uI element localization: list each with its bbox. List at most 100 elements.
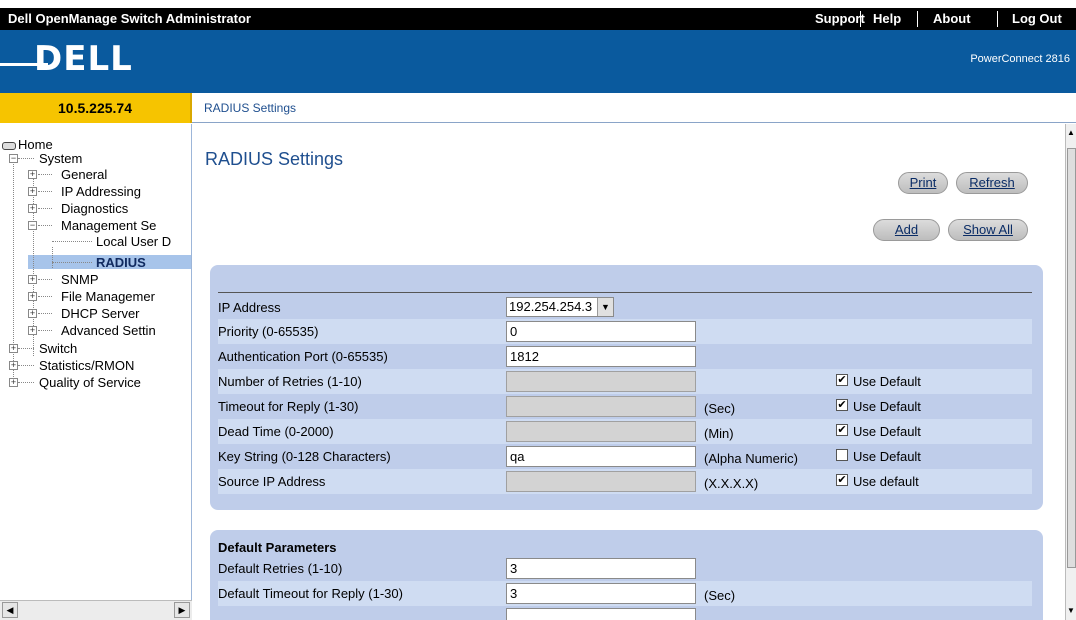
dead-time-input[interactable] — [506, 421, 696, 442]
default-retries-row: Default Retries (1-10) 3 — [218, 556, 1032, 581]
timeout-use-default-checkbox[interactable]: ✔ — [836, 399, 848, 411]
default-timeout-input[interactable]: 3 — [506, 583, 696, 604]
refresh-button[interactable]: Refresh — [956, 172, 1028, 194]
expand-icon[interactable]: + — [9, 361, 18, 370]
default-dead-time-row — [218, 606, 1032, 620]
expand-icon[interactable]: + — [28, 204, 37, 213]
use-default-label: Use Default — [853, 374, 921, 389]
scroll-down-icon[interactable]: ▼ — [1067, 606, 1075, 615]
separator — [860, 11, 861, 27]
add-button[interactable]: Add — [873, 219, 940, 241]
show-all-button[interactable]: Show All — [948, 219, 1028, 241]
default-parameters-panel: Default Parameters Default Retries (1-10… — [210, 530, 1043, 620]
product-name: PowerConnect 2816 — [970, 53, 1070, 65]
tree-line — [38, 296, 52, 297]
tree-line — [52, 247, 53, 268]
sidebar-item-home[interactable]: Home — [2, 137, 53, 152]
ip-address-label: IP Address — [218, 300, 281, 315]
sidebar-item-management-security[interactable]: Management Se — [61, 218, 156, 233]
expand-icon[interactable]: + — [28, 292, 37, 301]
support-link[interactable]: Support — [815, 11, 865, 26]
expand-icon[interactable]: + — [28, 187, 37, 196]
sidebar-item-label: Home — [18, 137, 53, 152]
key-string-use-default-checkbox[interactable] — [836, 449, 848, 461]
about-link[interactable]: About — [933, 11, 971, 26]
breadcrumb-bar: RADIUS Settings — [192, 93, 1076, 123]
dead-time-row: Dead Time (0-2000) (Min) ✔ Use Default — [218, 419, 1032, 444]
expand-icon[interactable]: + — [28, 170, 37, 179]
retries-row: Number of Retries (1-10) ✔ Use Default — [218, 369, 1032, 394]
expand-icon[interactable]: + — [9, 344, 18, 353]
dell-logo: DELL — [34, 39, 133, 79]
source-ip-use-default-checkbox[interactable]: ✔ — [836, 474, 848, 486]
scroll-thumb[interactable] — [1067, 148, 1076, 568]
ip-address-select[interactable]: 192.254.254.3 ▼ — [506, 297, 614, 317]
scroll-right-icon[interactable]: ▶ — [174, 602, 190, 618]
tree-line — [18, 382, 34, 383]
key-string-input[interactable]: qa — [506, 446, 696, 467]
ip-address-row: IP Address 192.254.254.3 ▼ — [218, 295, 1032, 320]
default-timeout-row: Default Timeout for Reply (1-30) 3 (Sec) — [218, 581, 1032, 606]
sidebar-tree: Home − System + General + IP Addressing … — [0, 124, 192, 620]
priority-label: Priority (0-65535) — [218, 324, 319, 339]
divider — [218, 292, 1032, 293]
print-button[interactable]: Print — [898, 172, 948, 194]
sidebar-item-dhcp-server[interactable]: DHCP Server — [61, 306, 140, 321]
dead-time-use-default-checkbox[interactable]: ✔ — [836, 424, 848, 436]
app-title: Dell OpenManage Switch Administrator — [8, 11, 251, 26]
retries-use-default-checkbox[interactable]: ✔ — [836, 374, 848, 386]
expand-icon[interactable]: + — [28, 275, 37, 284]
sidebar-item-advanced-settings[interactable]: Advanced Settin — [61, 323, 156, 338]
key-string-row: Key String (0-128 Characters) qa (Alpha … — [218, 444, 1032, 469]
collapse-icon[interactable]: − — [28, 221, 37, 230]
expand-icon[interactable]: + — [9, 378, 18, 387]
scroll-up-icon[interactable]: ▲ — [1067, 128, 1075, 137]
tree-line — [38, 330, 52, 331]
sidebar-item-local-user-database[interactable]: Local User D — [96, 234, 171, 249]
default-retries-input[interactable]: 3 — [506, 558, 696, 579]
timeout-row: Timeout for Reply (1-30) (Sec) ✔ Use Def… — [218, 394, 1032, 419]
tree-line — [38, 191, 52, 192]
page-title: RADIUS Settings — [205, 149, 344, 169]
sidebar-item-general[interactable]: General — [61, 167, 107, 182]
tree-line — [38, 174, 52, 175]
chevron-down-icon[interactable]: ▼ — [597, 298, 613, 316]
priority-input[interactable]: 0 — [506, 321, 696, 342]
sidebar-item-file-management[interactable]: File Managemer — [61, 289, 155, 304]
sidebar-item-switch[interactable]: Switch — [39, 341, 77, 356]
timeout-input[interactable] — [506, 396, 696, 417]
sidebar-item-ip-addressing[interactable]: IP Addressing — [61, 184, 141, 199]
retries-input[interactable] — [506, 371, 696, 392]
tree-line — [18, 348, 34, 349]
default-dead-time-input[interactable] — [506, 608, 696, 620]
expand-icon[interactable]: + — [28, 309, 37, 318]
tree-line — [52, 241, 92, 242]
tree-line — [38, 225, 52, 226]
device-address: 10.5.225.74 — [0, 93, 192, 123]
expand-icon[interactable]: + — [28, 326, 37, 335]
sidebar-item-diagnostics[interactable]: Diagnostics — [61, 201, 128, 216]
timeout-unit: (Sec) — [704, 401, 736, 416]
logout-link[interactable]: Log Out — [1012, 11, 1062, 26]
key-string-unit: (Alpha Numeric) — [704, 451, 798, 466]
main-vertical-scrollbar[interactable]: ▲ ▼ — [1065, 124, 1076, 620]
auth-port-label: Authentication Port (0-65535) — [218, 349, 388, 364]
sidebar-item-statistics-rmon[interactable]: Statistics/RMON — [39, 358, 134, 373]
use-default-label: Use Default — [853, 424, 921, 439]
sidebar-item-quality-of-service[interactable]: Quality of Service — [39, 375, 141, 390]
sidebar-item-system[interactable]: System — [39, 151, 82, 166]
tree-line — [52, 262, 92, 263]
collapse-icon[interactable]: − — [9, 154, 18, 163]
default-timeout-unit: (Sec) — [704, 588, 736, 603]
auth-port-input[interactable]: 1812 — [506, 346, 696, 367]
sidebar-item-radius[interactable]: RADIUS — [96, 255, 146, 270]
timeout-label: Timeout for Reply (1-30) — [218, 399, 359, 414]
default-retries-label: Default Retries (1-10) — [218, 561, 343, 576]
scroll-left-icon[interactable]: ◀ — [2, 602, 18, 618]
sidebar-horizontal-scrollbar[interactable]: ◀ ▶ — [0, 600, 192, 620]
key-string-label: Key String (0-128 Characters) — [218, 449, 391, 464]
sidebar-item-snmp[interactable]: SNMP — [61, 272, 99, 287]
help-link[interactable]: Help — [873, 11, 901, 26]
source-ip-row: Source IP Address (X.X.X.X) ✔ Use defaul… — [218, 469, 1032, 494]
source-ip-input[interactable] — [506, 471, 696, 492]
